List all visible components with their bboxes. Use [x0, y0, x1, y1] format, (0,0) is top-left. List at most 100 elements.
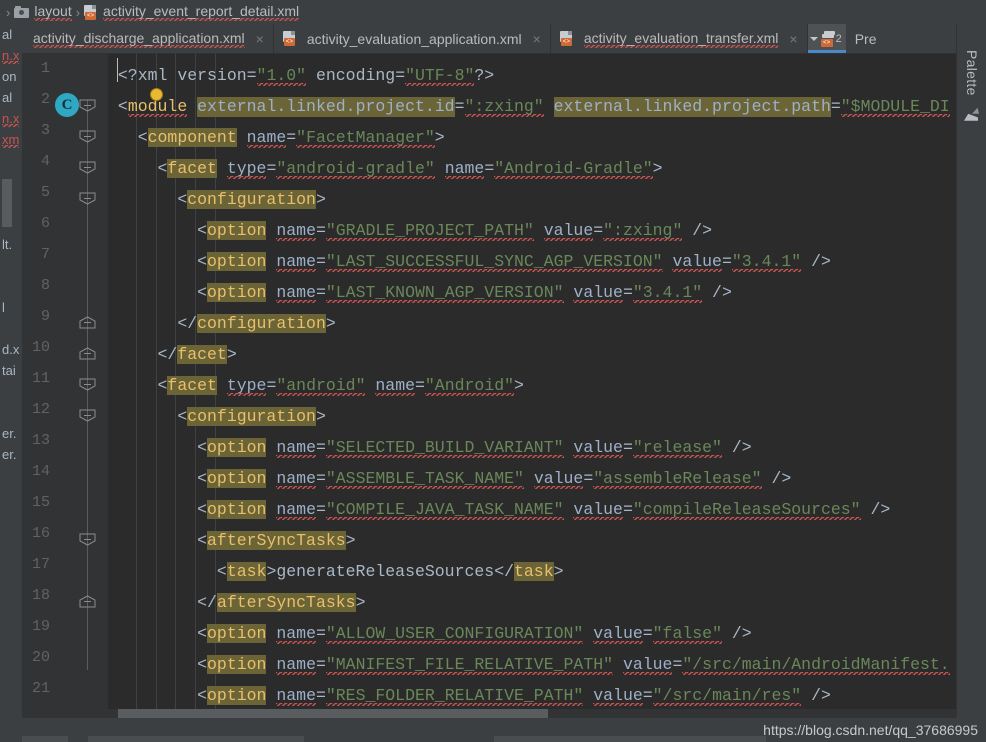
code-token: = [672, 655, 683, 674]
project-tree-row[interactable]: al [0, 24, 22, 45]
editor-hscrollbar-thumb[interactable] [118, 709, 548, 718]
tab-close-icon[interactable]: × [533, 31, 541, 47]
editor-line-number: 7 [40, 246, 50, 263]
project-tree-row[interactable]: xm [0, 129, 22, 150]
code-line[interactable]: <option name="MANIFEST_FILE_RELATIVE_PAT… [108, 649, 950, 680]
code-token: = [315, 500, 326, 519]
project-tree-row[interactable] [0, 276, 22, 297]
tab-activity-evaluation-transfer[interactable]: <> activity_evaluation_transfer.xml × [551, 24, 808, 53]
code-token: "GRADLE_PROJECT_PATH" [325, 221, 534, 241]
tab-active-underline [807, 50, 846, 53]
fold-close-icon[interactable] [79, 347, 96, 360]
project-tree-row[interactable]: al [0, 87, 22, 108]
code-token: > [315, 190, 326, 209]
code-token: = [315, 624, 326, 643]
project-tree-row[interactable]: er. [0, 423, 22, 444]
code-line[interactable]: <facet type="android" name="Android"> [108, 370, 524, 401]
project-tree-row[interactable]: lt. [0, 234, 22, 255]
tool-window-button-palette[interactable]: Palette [957, 50, 986, 122]
project-tree-row[interactable]: tai [0, 360, 22, 381]
code-token: name [276, 655, 316, 675]
project-tree-row[interactable]: l [0, 297, 22, 318]
tab-activity-evaluation-application[interactable]: <> activity_evaluation_application.xml × [274, 24, 551, 53]
code-token: < [216, 562, 227, 581]
code-line[interactable]: </afterSyncTasks> [108, 587, 365, 618]
code-token: < [197, 283, 208, 302]
code-token: "3.4.1" [632, 283, 703, 303]
code-line[interactable]: <option name="COMPILE_JAVA_TASK_NAME" va… [108, 494, 890, 525]
code-token: = [622, 438, 633, 457]
tab-label: activity_evaluation_transfer.xml [583, 29, 779, 48]
code-line[interactable]: <facet type="android-gradle" name="Andro… [108, 153, 663, 184]
code-token: configuration [197, 314, 326, 333]
code-line[interactable]: <option name="GRADLE_PROJECT_PATH" value… [108, 215, 712, 246]
right-tool-strip: Palette [956, 24, 986, 716]
project-tree-row-label: d.x [2, 342, 20, 357]
code-line[interactable]: <configuration> [108, 184, 326, 215]
code-editor[interactable]: 1 2 3 4 5 6 7 8 9 10 11 12 13 14 15 16 17 18 19 20 21 C <?xml… [22, 54, 956, 718]
fold-open-icon[interactable] [79, 161, 96, 174]
tab-close-icon[interactable]: × [256, 31, 264, 47]
project-tree-row[interactable]: n.x [0, 108, 22, 129]
fold-open-icon[interactable] [79, 130, 96, 143]
code-line[interactable]: <option name="LAST_KNOWN_AGP_VERSION" va… [108, 277, 732, 308]
tab-close-icon[interactable]: × [789, 31, 797, 47]
lightbulb-icon[interactable] [151, 89, 162, 100]
code-line[interactable]: <task>generateReleaseSources</task> [108, 556, 564, 587]
project-tree-row[interactable] [0, 381, 22, 402]
code-line[interactable]: <?xml version="1.0" encoding="UTF-8"?> [108, 60, 494, 91]
fold-open-icon[interactable] [79, 533, 96, 546]
fold-close-icon[interactable] [79, 316, 96, 329]
code-token: name [246, 128, 287, 148]
editor-code-area[interactable]: <?xml version="1.0" encoding="UTF-8"?> <… [108, 54, 956, 718]
project-tree-row[interactable] [0, 318, 22, 339]
project-tree-row[interactable] [0, 150, 22, 171]
code-line[interactable]: <option name="SELECTED_BUILD_VARIANT" va… [108, 432, 752, 463]
project-tree-row[interactable] [0, 402, 22, 423]
code-line[interactable]: <option name="LAST_SUCCESSFUL_SYNC_AGP_V… [108, 246, 831, 277]
project-tree-row[interactable] [0, 255, 22, 276]
fold-open-icon[interactable] [79, 99, 96, 112]
code-token: type [226, 159, 267, 179]
code-token: </ [494, 562, 514, 581]
status-bar: https://blog.csdn.net/qq_37686995 [0, 718, 986, 742]
code-token: name [276, 624, 316, 644]
code-line[interactable]: </configuration> [108, 308, 336, 339]
code-token: type [226, 376, 267, 396]
fold-open-icon[interactable] [79, 378, 96, 391]
editor-line-number: 18 [31, 587, 50, 604]
code-token: = [246, 66, 257, 85]
code-line[interactable]: <component name="FacetManager"> [108, 122, 445, 153]
gutter-class-marker-icon[interactable]: C [55, 93, 79, 117]
breadcrumb-item-folder[interactable]: layout [14, 3, 72, 21]
breadcrumb-item-file[interactable]: <> activity_event_report_detail.xml [84, 3, 300, 21]
editor-gutter[interactable]: 1 2 3 4 5 6 7 8 9 10 11 12 13 14 15 16 17 18 19 20 21 C [22, 54, 108, 718]
project-panel-scrollbar[interactable] [2, 179, 12, 227]
fold-open-icon[interactable] [79, 192, 96, 205]
code-line[interactable]: </facet> [108, 339, 237, 370]
tab-overflow-button[interactable]: <> 2 [807, 24, 846, 53]
code-token: facet [177, 345, 227, 364]
code-token: /> [721, 438, 752, 457]
fold-close-icon[interactable] [79, 595, 96, 608]
project-tool-window[interactable]: al n.x on al n.x xm lt. l d.x tai er. er. [0, 24, 22, 718]
project-tree-row[interactable]: d.x [0, 339, 22, 360]
project-tree-row[interactable]: er. [0, 444, 22, 465]
code-line[interactable]: <configuration> [108, 401, 326, 432]
tab-activity-discharge-application[interactable]: <> activity_discharge_application.xml × [0, 24, 274, 53]
tab-preview-label[interactable]: Pre [845, 24, 886, 53]
fold-open-icon[interactable] [79, 409, 96, 422]
code-line[interactable]: <module external.linked.project.id=":zxi… [108, 91, 950, 122]
code-token: = [395, 66, 406, 85]
project-tree-row[interactable]: on [0, 66, 22, 87]
project-tree-row[interactable]: n.x [0, 45, 22, 66]
code-line[interactable]: <option name="ASSEMBLE_TASK_NAME" value=… [108, 463, 791, 494]
code-line[interactable]: <option name="RES_FOLDER_RELATIVE_PATH" … [108, 680, 831, 711]
code-token: < [177, 407, 188, 426]
code-line[interactable]: <afterSyncTasks> [108, 525, 356, 556]
code-line[interactable]: <option name="ALLOW_USER_CONFIGURATION" … [108, 618, 752, 649]
